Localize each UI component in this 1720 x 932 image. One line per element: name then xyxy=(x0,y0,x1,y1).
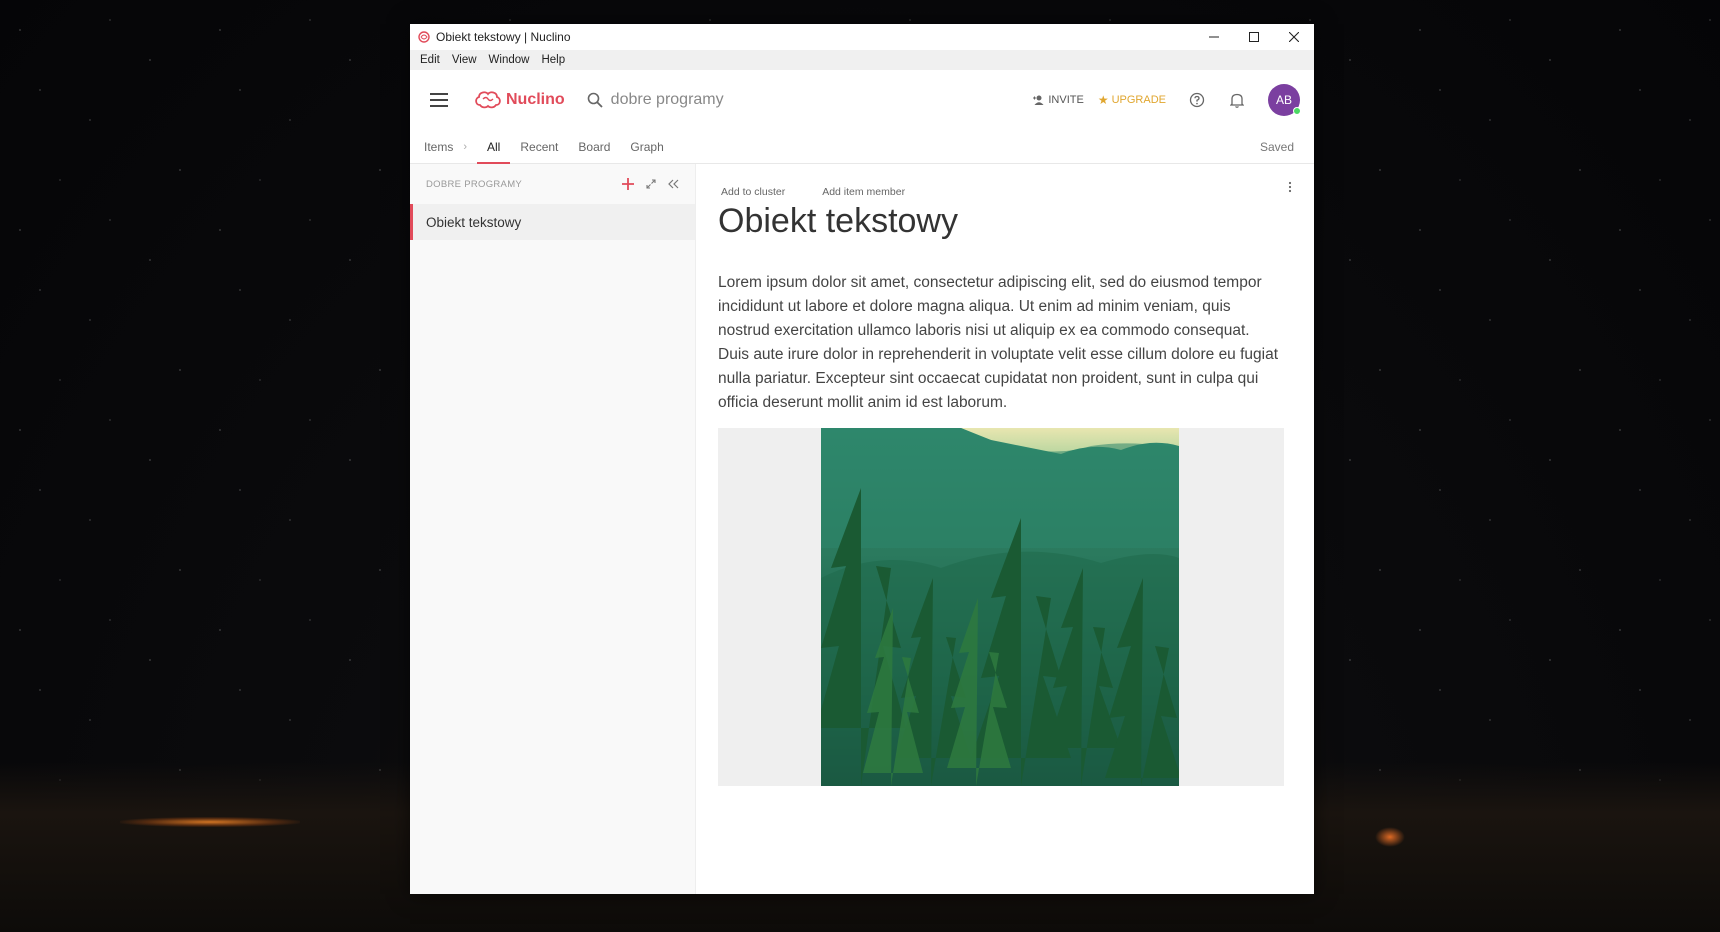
add-item-button[interactable] xyxy=(622,178,634,190)
window-title: Obiekt tekstowy | Nuclino xyxy=(436,30,571,44)
help-icon xyxy=(1189,92,1205,108)
search-icon xyxy=(587,92,603,108)
app-window: Obiekt tekstowy | Nuclino Edit View Wind… xyxy=(410,24,1314,894)
forest-image xyxy=(821,428,1179,786)
top-bar: Nuclino INVITE ★ UPGRADE xyxy=(410,70,1314,130)
collapse-sidebar-button[interactable] xyxy=(668,179,679,189)
bell-icon xyxy=(1230,93,1244,108)
sidebar-header: DOBRE PROGRAMY xyxy=(410,164,695,204)
tab-items[interactable]: Items › xyxy=(424,130,477,163)
avatar[interactable]: AB xyxy=(1268,84,1301,116)
top-actions: INVITE ★ UPGRADE AB xyxy=(1033,84,1301,116)
embedded-image-frame[interactable] xyxy=(718,428,1284,786)
document-title[interactable]: Obiekt tekstowy xyxy=(718,202,1284,241)
tab-all[interactable]: All xyxy=(477,130,511,164)
online-status-dot xyxy=(1293,107,1301,115)
upgrade-button[interactable]: ★ UPGRADE xyxy=(1098,93,1166,107)
vertical-dots-icon xyxy=(1288,181,1292,193)
invite-label: INVITE xyxy=(1048,94,1084,106)
menu-bar: Edit View Window Help xyxy=(410,50,1314,70)
tab-graph[interactable]: Graph xyxy=(620,130,673,163)
nuclino-app-icon xyxy=(418,31,430,43)
view-tabs: Items › All Recent Board Graph Saved xyxy=(410,130,1314,164)
add-person-icon xyxy=(1033,95,1044,105)
brain-logo-icon xyxy=(475,91,501,109)
search-input[interactable] xyxy=(610,91,911,109)
notifications-button[interactable] xyxy=(1228,91,1246,109)
close-icon xyxy=(1289,32,1299,42)
avatar-initials: AB xyxy=(1275,93,1292,107)
document-editor: Add to cluster Add item member Obiekt te… xyxy=(696,164,1314,894)
city-lights xyxy=(120,817,300,827)
document-meta-actions: Add to cluster Add item member xyxy=(718,186,1284,198)
window-controls xyxy=(1194,24,1314,50)
menu-edit[interactable]: Edit xyxy=(414,54,446,66)
minimize-icon xyxy=(1209,36,1219,38)
chevron-right-icon: › xyxy=(463,140,468,153)
more-options-button[interactable] xyxy=(1288,180,1292,198)
add-to-cluster-button[interactable]: Add to cluster xyxy=(721,186,785,198)
sidebar: DOBRE PROGRAMY Obiekt tekstowy xyxy=(410,164,696,894)
menu-window[interactable]: Window xyxy=(483,54,536,66)
close-button[interactable] xyxy=(1274,24,1314,50)
tab-board[interactable]: Board xyxy=(568,130,620,163)
save-status: Saved xyxy=(1259,139,1294,154)
expand-button[interactable] xyxy=(646,179,656,189)
invite-button[interactable]: INVITE xyxy=(1033,94,1084,106)
menu-view[interactable]: View xyxy=(446,54,483,66)
maximize-icon xyxy=(1249,32,1259,42)
title-bar[interactable]: Obiekt tekstowy | Nuclino xyxy=(410,24,1314,50)
menu-icon[interactable] xyxy=(430,93,448,107)
brand-name: Nuclino xyxy=(506,91,565,108)
items-label: Items xyxy=(424,139,454,154)
main-area: DOBRE PROGRAMY Obiekt tekstowy Add to cl… xyxy=(410,164,1314,894)
campfire-light xyxy=(1375,827,1405,847)
plus-icon xyxy=(622,178,634,190)
maximize-button[interactable] xyxy=(1234,24,1274,50)
sidebar-item-obiekt-tekstowy[interactable]: Obiekt tekstowy xyxy=(410,204,695,240)
help-button[interactable] xyxy=(1188,91,1206,109)
upgrade-label: UPGRADE xyxy=(1111,94,1166,106)
double-chevron-left-icon xyxy=(668,179,679,189)
minimize-button[interactable] xyxy=(1194,24,1234,50)
tab-recent[interactable]: Recent xyxy=(510,130,568,163)
forest-illustration xyxy=(821,428,1179,786)
search-bar[interactable] xyxy=(587,91,1034,109)
document-body[interactable]: Lorem ipsum dolor sit amet, consectetur … xyxy=(718,271,1284,415)
star-icon: ★ xyxy=(1097,93,1109,107)
add-item-member-button[interactable]: Add item member xyxy=(822,186,905,198)
brand-logo[interactable]: Nuclino xyxy=(474,90,565,110)
expand-icon xyxy=(646,179,656,189)
menu-help[interactable]: Help xyxy=(535,54,571,66)
workspace-label[interactable]: DOBRE PROGRAMY xyxy=(426,179,610,190)
